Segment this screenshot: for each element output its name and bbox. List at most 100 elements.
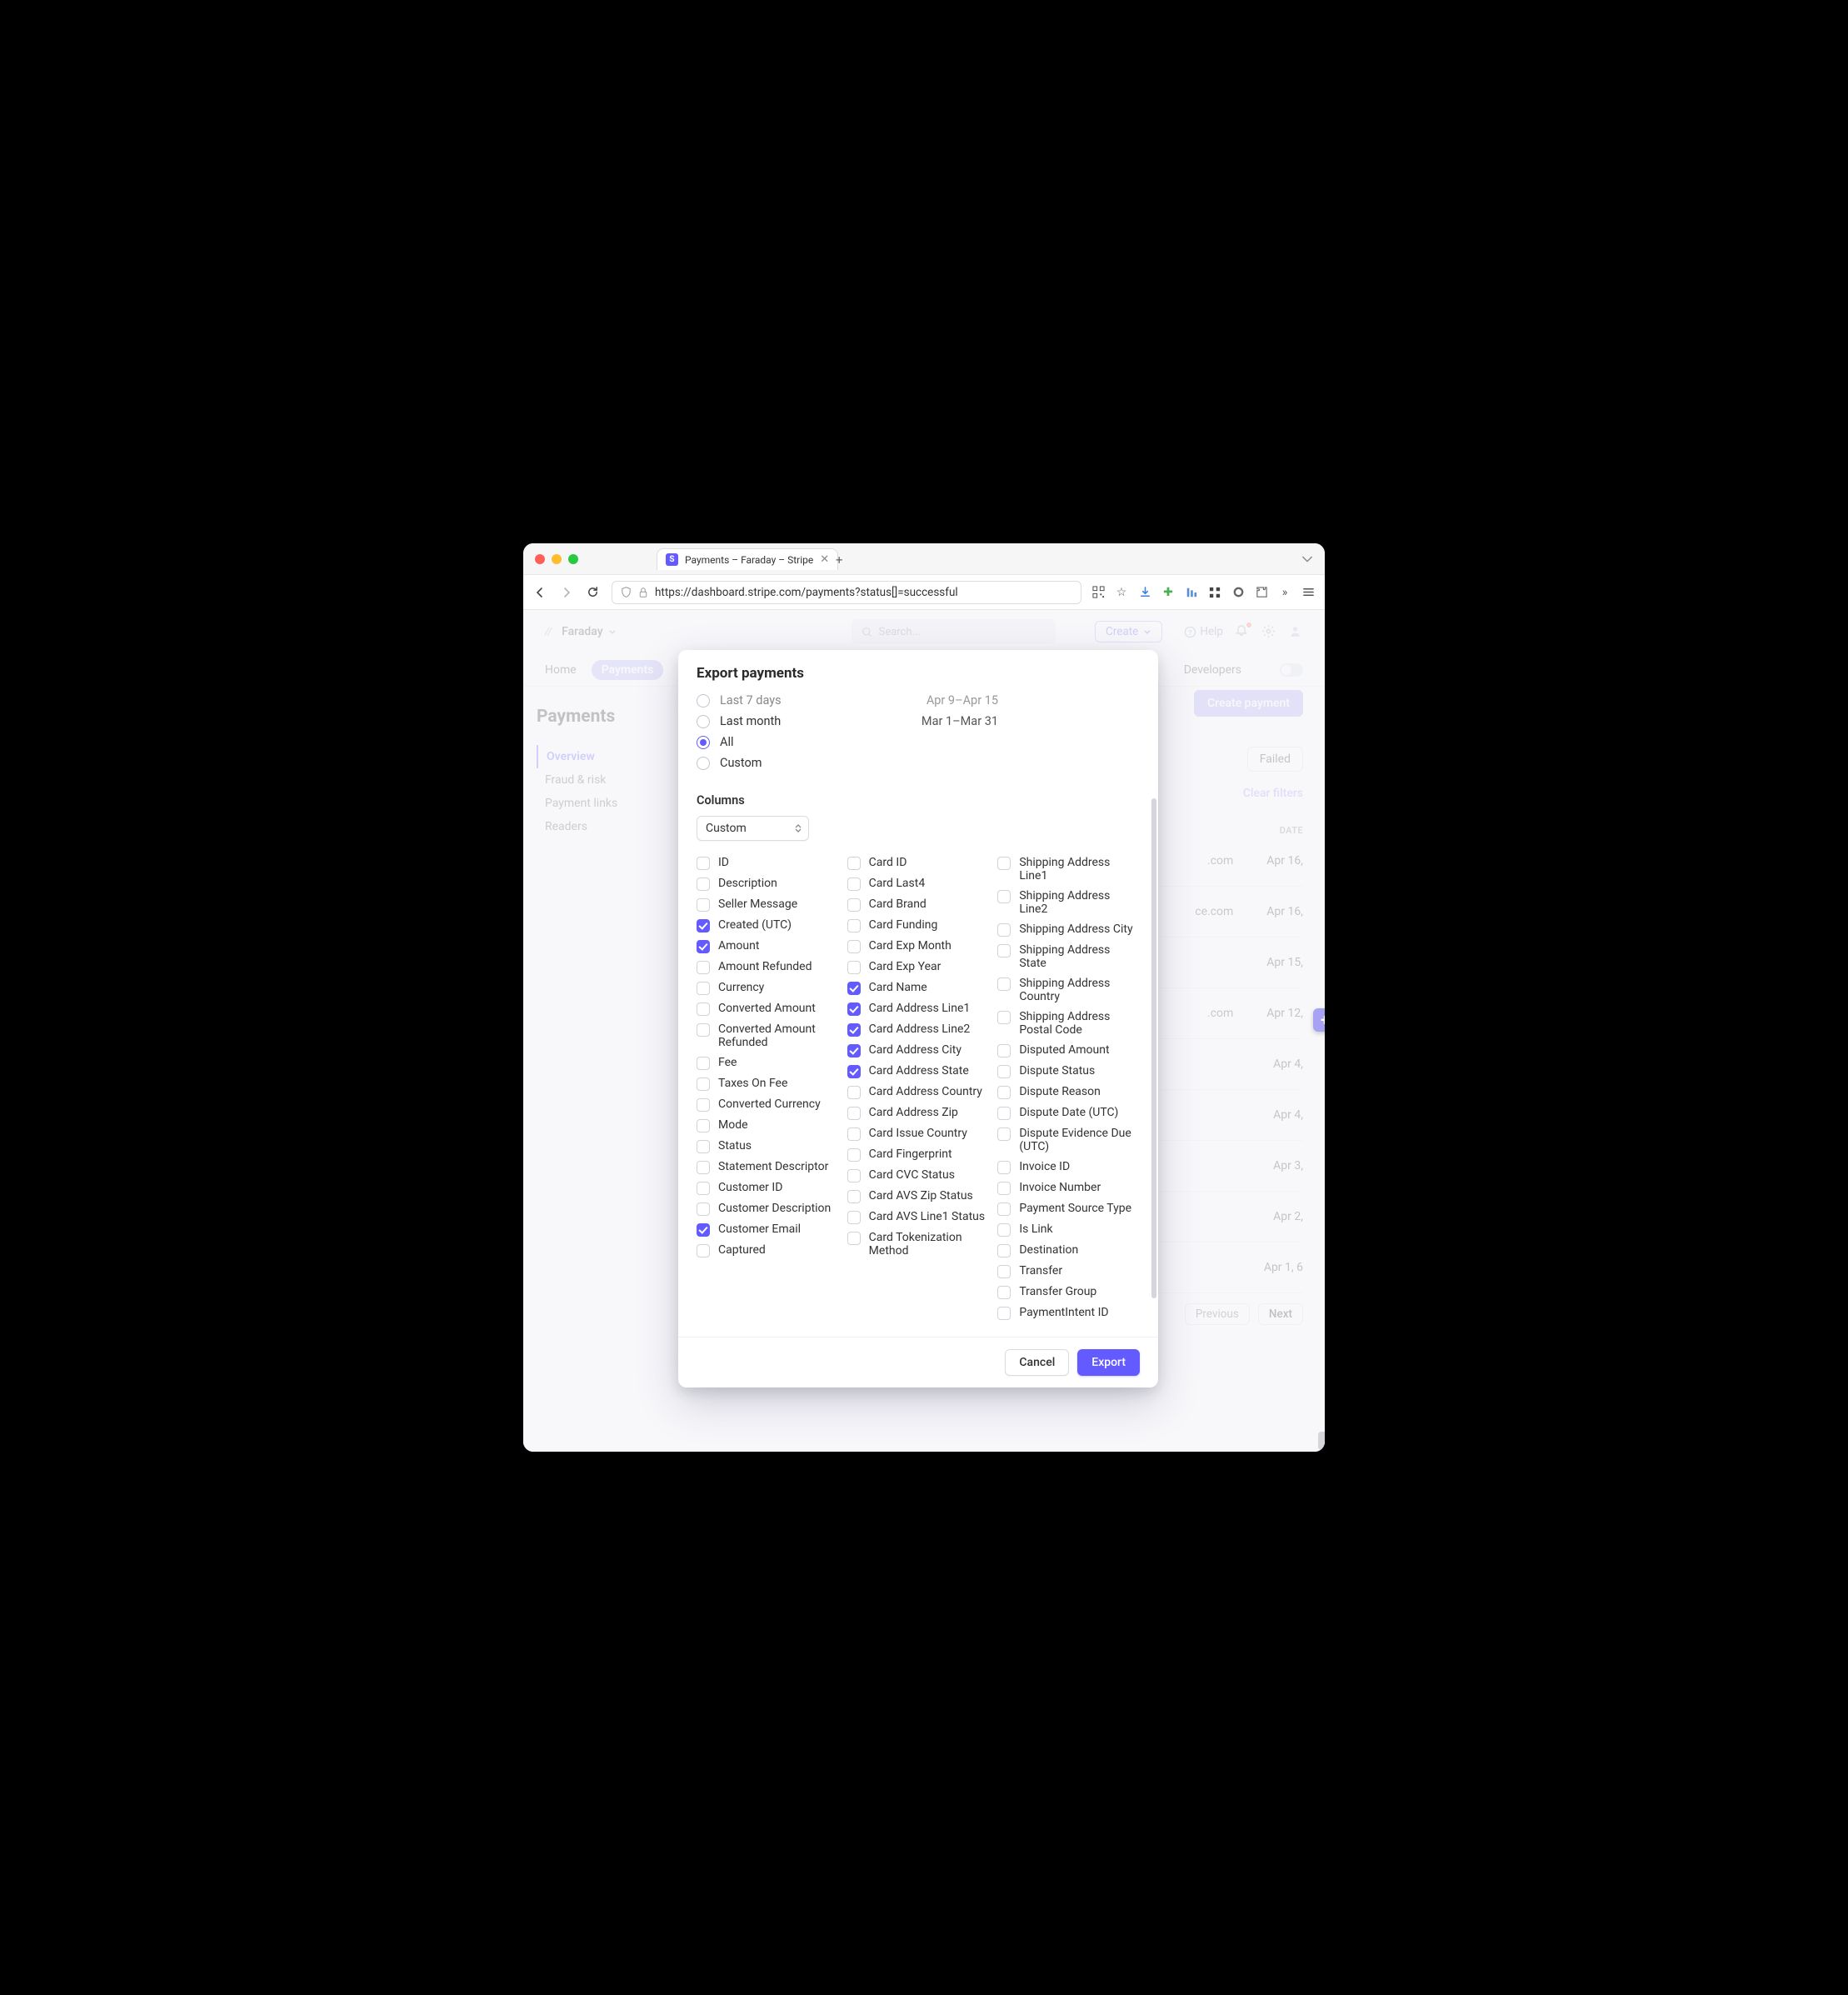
column-checkbox-row[interactable]: Dispute Reason — [997, 1082, 1140, 1102]
extensions-icon[interactable] — [1255, 586, 1268, 599]
column-checkbox-row[interactable]: Card Address Zip — [847, 1102, 990, 1123]
close-tab-icon[interactable]: ✕ — [820, 553, 829, 566]
previous-button[interactable]: Previous — [1185, 1303, 1250, 1325]
column-checkbox-row[interactable]: Shipping Address State — [997, 940, 1140, 973]
date-range-option[interactable]: Custom — [697, 752, 1140, 773]
create-button[interactable]: Create — [1095, 621, 1162, 642]
org-switcher[interactable]: Faraday — [562, 625, 616, 638]
column-checkbox-row[interactable]: Customer Description — [697, 1198, 839, 1219]
notifications-icon[interactable] — [1235, 624, 1250, 639]
next-button[interactable]: Next — [1258, 1303, 1303, 1325]
scrollbar-thumb[interactable] — [1151, 798, 1156, 1298]
column-checkbox-row[interactable]: Amount Refunded — [697, 957, 839, 978]
column-checkbox-row[interactable]: PaymentIntent ID — [997, 1302, 1140, 1323]
search-input[interactable]: Search... — [852, 619, 1056, 644]
column-checkbox-row[interactable]: Card Fingerprint — [847, 1144, 990, 1165]
tab-developers[interactable]: Developers — [1184, 663, 1241, 677]
column-checkbox-row[interactable]: ID — [697, 852, 839, 873]
forward-button[interactable] — [560, 586, 575, 599]
filter-chip-failed[interactable]: Failed — [1247, 747, 1303, 772]
column-checkbox-row[interactable]: Transfer — [997, 1261, 1140, 1282]
column-checkbox-row[interactable]: Invoice ID — [997, 1157, 1140, 1178]
column-checkbox-row[interactable]: Converted Amount Refunded — [697, 1019, 839, 1052]
column-checkbox-row[interactable]: Card Exp Year — [847, 957, 990, 978]
column-checkbox-row[interactable]: Invoice Number — [997, 1178, 1140, 1198]
column-checkbox-row[interactable]: Customer Email — [697, 1219, 839, 1240]
hamburger-menu-icon[interactable] — [1301, 586, 1315, 599]
test-mode-toggle[interactable] — [1280, 663, 1303, 677]
column-checkbox-row[interactable]: Card CVC Status — [847, 1165, 990, 1186]
url-field[interactable]: https://dashboard.stripe.com/payments?st… — [612, 581, 1081, 604]
tab-payments[interactable]: Payments — [592, 660, 664, 680]
column-checkbox-row[interactable]: Shipping Address City — [997, 919, 1140, 940]
column-checkbox-row[interactable]: Card Address Country — [847, 1082, 990, 1102]
minimize-window-button[interactable] — [552, 554, 562, 564]
back-button[interactable] — [533, 586, 548, 599]
column-checkbox-row[interactable]: Card Name — [847, 978, 990, 998]
column-checkbox-row[interactable]: Card AVS Zip Status — [847, 1186, 990, 1207]
date-range-option[interactable]: Last month Mar 1–Mar 31 — [697, 711, 1140, 732]
column-checkbox-row[interactable]: Payment Source Type — [997, 1198, 1140, 1219]
column-checkbox-row[interactable]: Shipping Address Line1 — [997, 852, 1140, 886]
column-checkbox-row[interactable]: Captured — [697, 1240, 839, 1261]
column-checkbox-row[interactable]: Shipping Address Postal Code — [997, 1007, 1140, 1040]
column-checkbox-row[interactable]: Dispute Evidence Due (UTC) — [997, 1123, 1140, 1157]
column-checkbox-row[interactable]: Card Address City — [847, 1040, 990, 1061]
column-checkbox-row[interactable]: Mode — [697, 1115, 839, 1136]
tab-home[interactable]: Home — [545, 663, 577, 677]
extension-circle-icon[interactable] — [1231, 586, 1245, 599]
column-checkbox-row[interactable]: Transfer Group — [997, 1282, 1140, 1302]
column-checkbox-row[interactable]: Customer ID — [697, 1178, 839, 1198]
date-range-option[interactable]: Last 7 days Apr 9–Apr 15 — [697, 690, 1140, 711]
column-checkbox-row[interactable]: Converted Currency — [697, 1094, 839, 1115]
apps-grid-icon[interactable] — [1208, 586, 1221, 599]
bookmark-star-icon[interactable]: ☆ — [1115, 586, 1128, 599]
floating-add-button[interactable]: + — [1313, 1008, 1325, 1032]
download-icon[interactable] — [1138, 586, 1151, 599]
column-checkbox-row[interactable]: Converted Amount — [697, 998, 839, 1019]
column-checkbox-row[interactable]: Card Brand — [847, 894, 990, 915]
column-checkbox-row[interactable]: Fee — [697, 1052, 839, 1073]
sidebar-item-overview[interactable]: Overview — [537, 745, 661, 768]
date-range-option[interactable]: All — [697, 732, 1140, 752]
column-checkbox-row[interactable]: Card Tokenization Method — [847, 1228, 990, 1261]
help-widget-icon[interactable] — [1318, 1432, 1325, 1450]
column-checkbox-row[interactable]: Dispute Date (UTC) — [997, 1102, 1140, 1123]
column-checkbox-row[interactable]: Card Issue Country — [847, 1123, 990, 1144]
column-checkbox-row[interactable]: Created (UTC) — [697, 915, 839, 936]
column-checkbox-row[interactable]: Card Exp Month — [847, 936, 990, 957]
maximize-window-button[interactable] — [568, 554, 578, 564]
column-checkbox-row[interactable]: Currency — [697, 978, 839, 998]
sidebar-item-fraud-risk[interactable]: Fraud & risk — [538, 768, 661, 792]
column-checkbox-row[interactable]: Amount — [697, 936, 839, 957]
extension-icon-2[interactable] — [1185, 586, 1198, 599]
sidebar-item-readers[interactable]: Readers — [538, 815, 661, 838]
columns-preset-select[interactable]: Custom — [697, 816, 809, 841]
column-checkbox-row[interactable]: Card Funding — [847, 915, 990, 936]
reload-button[interactable] — [587, 586, 602, 598]
column-checkbox-row[interactable]: Card Address Line1 — [847, 998, 990, 1019]
column-checkbox-row[interactable]: Seller Message — [697, 894, 839, 915]
column-checkbox-row[interactable]: Destination — [997, 1240, 1140, 1261]
qr-code-icon[interactable] — [1091, 586, 1105, 599]
column-checkbox-row[interactable]: Dispute Status — [997, 1061, 1140, 1082]
overflow-chevron-icon[interactable]: » — [1278, 586, 1291, 599]
column-checkbox-row[interactable]: Card Address Line2 — [847, 1019, 990, 1040]
column-checkbox-row[interactable]: Card ID — [847, 852, 990, 873]
tabs-dropdown-icon[interactable] — [1301, 553, 1313, 565]
column-checkbox-row[interactable]: Status — [697, 1136, 839, 1157]
column-checkbox-row[interactable]: Card Address State — [847, 1061, 990, 1082]
column-checkbox-row[interactable]: Card AVS Line1 Status — [847, 1207, 990, 1228]
create-payment-button[interactable]: Create payment — [1194, 690, 1303, 717]
browser-tab[interactable]: S Payments – Faraday – Stripe ✕ — [657, 548, 838, 570]
profile-icon[interactable] — [1288, 624, 1303, 639]
column-checkbox-row[interactable]: Disputed Amount — [997, 1040, 1140, 1061]
cancel-button[interactable]: Cancel — [1005, 1349, 1069, 1376]
close-window-button[interactable] — [535, 554, 545, 564]
column-checkbox-row[interactable]: Description — [697, 873, 839, 894]
help-button[interactable]: ? Help — [1184, 624, 1223, 639]
column-checkbox-row[interactable]: Shipping Address Country — [997, 973, 1140, 1007]
column-checkbox-row[interactable]: Taxes On Fee — [697, 1073, 839, 1094]
extension-icon-1[interactable]: ✚ — [1161, 586, 1175, 599]
column-checkbox-row[interactable]: Statement Descriptor — [697, 1157, 839, 1178]
